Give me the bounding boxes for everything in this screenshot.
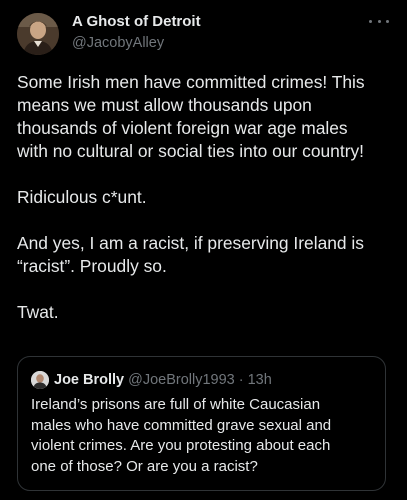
more-horizontal-icon xyxy=(377,19,381,23)
more-horizontal-icon xyxy=(386,19,389,23)
post-paragraph: Twat. xyxy=(17,302,59,322)
more-horizontal-icon xyxy=(369,19,372,23)
quoted-post-header: Joe Brolly @JoeBrolly1993 · 13h xyxy=(31,371,272,389)
post-paragraph: Ridiculous c*unt. xyxy=(17,187,147,207)
quoted-post-text: Ireland’s prisons are full of white Cauc… xyxy=(31,396,332,475)
author-info: A Ghost of Detroit @JacobyAlley xyxy=(72,12,201,53)
post-paragraph: Some Irish men have committed crimes! Th… xyxy=(17,72,365,161)
post: A Ghost of Detroit @JacobyAlley Some Iri… xyxy=(0,0,407,500)
quoted-author-handle: @JoeBrolly1993 xyxy=(128,372,235,388)
post-paragraph: And yes, I am a racist, if preserving Ir… xyxy=(17,233,364,276)
quoted-timestamp: 13h xyxy=(247,372,272,388)
post-text: Some Irish men have committed crimes! Th… xyxy=(17,71,399,347)
quoted-separator: · xyxy=(238,372,244,388)
quoted-author-name: Joe Brolly xyxy=(54,372,125,388)
author-display-name[interactable]: A Ghost of Detroit xyxy=(72,12,201,32)
quoted-author-avatar xyxy=(31,371,49,389)
author-avatar[interactable] xyxy=(17,13,59,55)
more-options-button[interactable] xyxy=(369,14,389,28)
quoted-post[interactable]: Joe Brolly @JoeBrolly1993 · 13h Ireland’… xyxy=(17,356,386,491)
author-handle[interactable]: @JacobyAlley xyxy=(72,33,201,53)
